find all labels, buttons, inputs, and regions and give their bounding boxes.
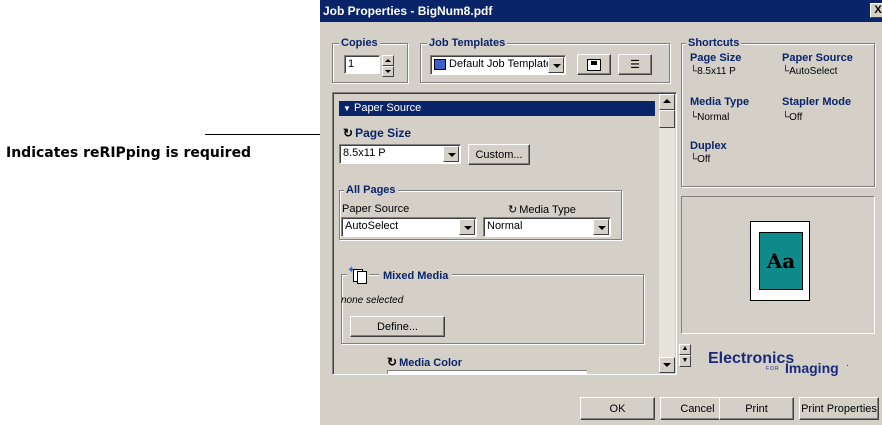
page-size-select[interactable]: 8.5x11 P bbox=[339, 144, 461, 164]
media-color-select[interactable] bbox=[387, 370, 587, 374]
chevron-down-icon[interactable] bbox=[459, 219, 475, 235]
save-template-button[interactable] bbox=[577, 54, 611, 75]
expand-down-icon[interactable]: ▼ bbox=[679, 355, 691, 367]
all-pages-legend: All Pages bbox=[344, 184, 398, 196]
shortcut-media-type-title: Media Type bbox=[690, 96, 750, 108]
copies-value: 1 bbox=[348, 58, 355, 70]
chevron-down-icon[interactable] bbox=[443, 146, 459, 162]
stepper-down-icon[interactable] bbox=[382, 66, 394, 77]
copies-input[interactable]: 1 bbox=[344, 55, 380, 74]
reRIP-icon: ↻ bbox=[508, 204, 518, 216]
shortcut-duplex-text: Off bbox=[697, 154, 711, 165]
job-templates-value: Default Job Templates bbox=[449, 58, 558, 70]
shortcut-paper-source-text: AutoSelect bbox=[789, 66, 838, 77]
print-properties-button[interactable]: Print Properties bbox=[799, 397, 879, 420]
ok-button[interactable]: OK bbox=[580, 397, 655, 420]
mixed-media-icon: ✦ bbox=[347, 265, 369, 285]
job-templates-legend: Job Templates bbox=[427, 37, 508, 49]
expand-collapse-control[interactable]: ▲ ▼ bbox=[679, 344, 691, 368]
efi-logo: Electronics FOR Imaging · bbox=[708, 350, 858, 380]
preview-sample-text: Aa bbox=[759, 232, 803, 290]
list-icon: ☰ bbox=[630, 59, 640, 71]
job-templates-group: Job Templates Default Job Templates ☰ bbox=[420, 37, 670, 83]
paper-source-label: Paper Source bbox=[342, 203, 410, 215]
mixed-media-label: Mixed Media bbox=[379, 270, 453, 282]
print-button[interactable]: Print bbox=[719, 397, 794, 420]
custom-button[interactable]: Custom... bbox=[468, 144, 530, 165]
shortcut-paper-source-value: └AutoSelect bbox=[782, 66, 838, 77]
shortcut-page-size-title: Page Size bbox=[690, 52, 742, 64]
expand-up-icon[interactable]: ▲ bbox=[679, 344, 691, 355]
shortcut-duplex-title: Duplex bbox=[690, 140, 727, 152]
shortcut-media-type-value: └Normal bbox=[690, 112, 730, 123]
page-size-label: Page Size bbox=[355, 126, 412, 140]
template-icon bbox=[434, 59, 446, 70]
page-size-value: 8.5x11 P bbox=[343, 147, 386, 159]
copies-legend: Copies bbox=[339, 37, 380, 49]
media-type-label-row: ↻ Media Type bbox=[508, 203, 576, 216]
page-size-label-row: ↻ Page Size bbox=[343, 126, 411, 140]
dialog-title: Job Properties - BigNum8.pdf bbox=[323, 4, 493, 18]
vertical-scrollbar[interactable] bbox=[659, 94, 675, 373]
callout-text: Indicates reRIPping is required bbox=[6, 145, 252, 161]
shortcut-duplex-value: └Off bbox=[690, 154, 711, 165]
job-properties-dialog: Job Properties - BigNum8.pdf X Copies 1 … bbox=[320, 0, 882, 425]
shortcut-media-type-text: Normal bbox=[697, 112, 730, 123]
preview-page: Aa bbox=[750, 221, 810, 301]
close-button[interactable]: X bbox=[870, 3, 882, 18]
section-header-label: Paper Source bbox=[353, 102, 422, 114]
shortcut-stapler-mode-title: Stapler Mode bbox=[782, 96, 852, 108]
define-button[interactable]: Define... bbox=[350, 316, 445, 337]
paper-source-select[interactable]: AutoSelect bbox=[341, 217, 477, 237]
properties-panel: ▼ Paper Source ↻ Page Size 8.5x11 P Custo… bbox=[332, 92, 677, 375]
paper-source-value: AutoSelect bbox=[345, 220, 399, 232]
shortcut-page-size-value: └8.5x11 P bbox=[690, 66, 736, 77]
page-preview: Aa bbox=[681, 196, 875, 334]
shortcut-page-size-text: 8.5x11 P bbox=[697, 66, 736, 77]
media-type-label: Media Type bbox=[519, 204, 576, 216]
job-templates-select[interactable]: Default Job Templates bbox=[430, 55, 566, 75]
save-template-icon bbox=[587, 58, 601, 71]
scroll-thumb[interactable] bbox=[659, 110, 675, 128]
media-type-select[interactable]: Normal bbox=[483, 217, 611, 237]
copies-group: Copies 1 bbox=[332, 37, 408, 83]
template-list-button[interactable]: ☰ bbox=[618, 54, 652, 75]
logo-line2: Imaging bbox=[785, 360, 839, 376]
section-header-paper-source[interactable]: ▼ Paper Source bbox=[339, 101, 655, 116]
chevron-down-icon[interactable] bbox=[548, 57, 564, 73]
reRIP-icon: ↻ bbox=[343, 126, 354, 140]
scroll-up-icon[interactable] bbox=[659, 94, 675, 110]
logo-mark: · bbox=[846, 360, 850, 371]
triangle-down-icon: ▼ bbox=[343, 104, 351, 113]
shortcut-paper-source-title: Paper Source bbox=[782, 52, 853, 64]
chevron-down-icon[interactable] bbox=[593, 219, 609, 235]
logo-line1: Electronics bbox=[708, 350, 795, 367]
logo-for: FOR bbox=[766, 366, 780, 372]
stepper-up-icon[interactable] bbox=[382, 55, 394, 66]
scroll-down-icon[interactable] bbox=[659, 357, 675, 373]
title-bar: Job Properties - BigNum8.pdf X bbox=[320, 0, 882, 22]
shortcut-stapler-mode-value: └Off bbox=[782, 112, 803, 123]
shortcut-stapler-mode-text: Off bbox=[789, 112, 803, 123]
media-type-value: Normal bbox=[487, 220, 523, 232]
reRIP-icon: ↻ bbox=[387, 355, 398, 369]
mixed-media-status: none selected bbox=[341, 295, 404, 306]
media-color-label-row: ↻ Media Color bbox=[387, 355, 462, 369]
shortcuts-legend: Shortcuts bbox=[686, 37, 742, 49]
copies-stepper[interactable] bbox=[382, 55, 394, 77]
media-color-label: Media Color bbox=[399, 357, 463, 369]
